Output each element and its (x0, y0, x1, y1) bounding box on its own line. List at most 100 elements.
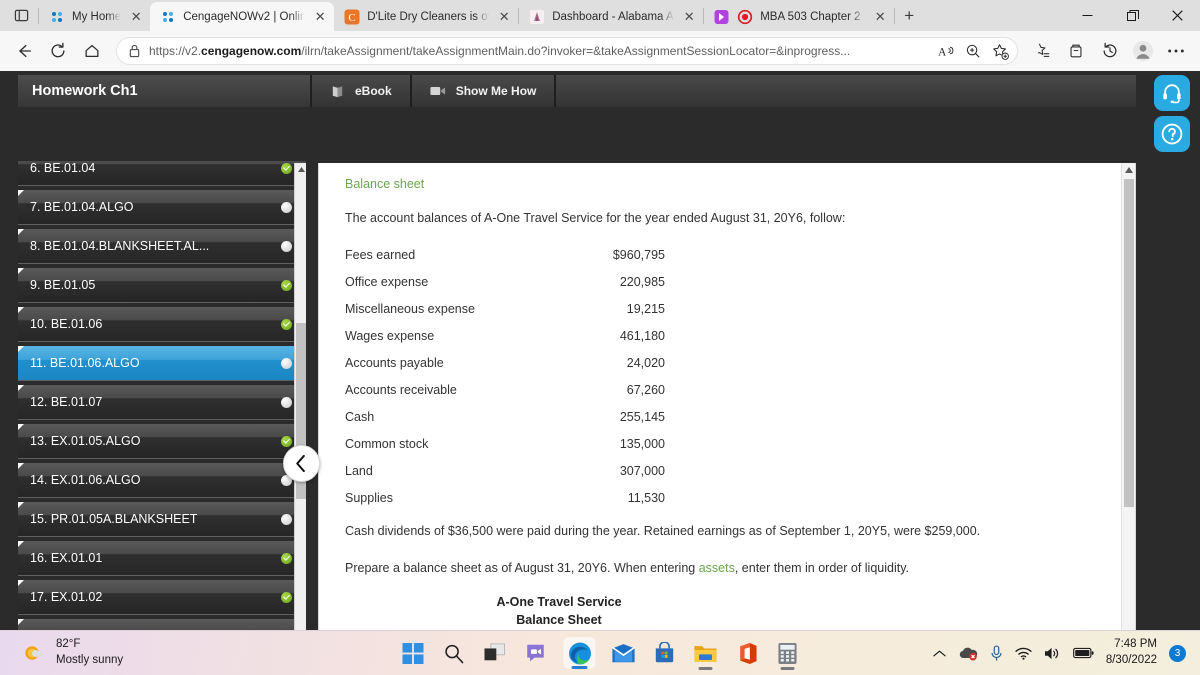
edge-button[interactable] (563, 637, 596, 669)
help-question-button[interactable] (1154, 116, 1190, 152)
tab-search-icon (14, 9, 28, 22)
ebook-button[interactable]: eBook (312, 75, 410, 107)
address-bar: https://v2.cengagenow.com/ilrn/takeAssig… (0, 31, 1200, 71)
search-button[interactable] (441, 640, 467, 666)
task-view-button[interactable] (482, 640, 508, 666)
chat-button[interactable] (523, 640, 549, 666)
scroll-up-icon[interactable] (295, 163, 307, 175)
browser-tab-dashboard-alabama[interactable]: Dashboard - Alabama A&M ✕ (519, 2, 703, 31)
microphone-button[interactable] (990, 644, 1003, 662)
sidebar-item-label: 15. PR.01.05A.BLANKSHEET (30, 512, 198, 526)
minimize-icon (1082, 15, 1093, 16)
read-aloud-icon[interactable]: A (933, 39, 959, 63)
help-buttons (1154, 75, 1190, 152)
assets-link[interactable]: assets (699, 561, 735, 575)
content-scrollbar[interactable] (1121, 163, 1135, 630)
sidebar-item-15[interactable]: 15. PR.01.05A.BLANKSHEET (18, 502, 306, 536)
favorites-button[interactable] (1026, 36, 1058, 66)
file-explorer-button[interactable] (693, 640, 719, 670)
svg-text:A: A (938, 46, 947, 58)
tab-close-icon[interactable]: ✕ (681, 9, 697, 25)
support-headset-button[interactable] (1154, 75, 1190, 111)
status-dot-incomplete (281, 357, 292, 369)
maximize-button[interactable] (1110, 0, 1155, 31)
account-label: Office expense (345, 275, 429, 290)
add-favorite-icon[interactable] (987, 39, 1013, 63)
windows-icon (402, 642, 423, 664)
sidebar-item-label: 17. EX.01.02 (30, 590, 103, 604)
sidebar-item-9[interactable]: 9. BE.01.05 (18, 268, 306, 302)
start-button[interactable] (400, 640, 426, 666)
volume-button[interactable] (1044, 646, 1061, 661)
sidebar-item-14[interactable]: 14. EX.01.06.ALGO (18, 463, 306, 497)
minimize-button[interactable] (1065, 0, 1110, 31)
collapse-sidebar-button[interactable] (283, 445, 320, 482)
sidebar-item-18[interactable]: 18. EX.01.03 (18, 619, 306, 630)
wifi-button[interactable] (1015, 647, 1032, 660)
sidebar-item-label: 8. BE.01.04.BLANKSHEET.AL... (30, 239, 210, 253)
sidebar-item-7[interactable]: 7. BE.01.04.ALGO (18, 190, 306, 224)
account-amount: 255,145 (619, 410, 665, 425)
notification-badge[interactable]: 3 (1169, 644, 1186, 662)
home-button[interactable] (76, 35, 108, 67)
account-label: Fees earned (345, 248, 416, 263)
mail-button[interactable] (611, 640, 637, 666)
tab-close-icon[interactable]: ✕ (312, 9, 328, 25)
url-input[interactable]: https://v2.cengagenow.com/ilrn/takeAssig… (116, 37, 1018, 65)
sidebar-item-6[interactable]: 6. BE.01.04 (18, 161, 306, 185)
table-row: Accounts receivable 67,260 (345, 377, 665, 404)
history-button[interactable] (1094, 36, 1126, 66)
account-label: Accounts receivable (345, 383, 457, 398)
tab-close-icon[interactable]: ✕ (128, 9, 144, 25)
headset-icon (1163, 84, 1181, 104)
video-icon (430, 85, 446, 97)
browser-tab-dlite-dry-cleaners[interactable]: C D'Lite Dry Cleaners is owned ✕ (334, 2, 518, 31)
office-button[interactable] (734, 640, 760, 666)
question-note: Cash dividends of $36,500 were paid duri… (345, 523, 981, 538)
sidebar-item-16[interactable]: 16. EX.01.01 (18, 541, 306, 575)
clock[interactable]: 7:48 PM 8/30/2022 (1106, 637, 1157, 668)
chat-icon (527, 644, 544, 662)
store-button[interactable] (652, 640, 678, 666)
sidebar-item-10[interactable]: 10. BE.01.06 (18, 307, 306, 341)
office-icon (739, 642, 757, 664)
zoom-icon[interactable] (960, 39, 986, 63)
sidebar-item-13[interactable]: 13. EX.01.05.ALGO (18, 424, 306, 458)
calculator-button[interactable] (775, 640, 801, 670)
lock-icon (129, 44, 140, 58)
browser-tab-cengagenowv2[interactable]: CengageNOWv2 | Online tea ✕ (150, 2, 335, 31)
sidebar-item-label: 12. BE.01.07 (30, 395, 103, 409)
onedrive-button[interactable] (958, 645, 978, 661)
tab-close-icon[interactable]: ✕ (496, 9, 512, 25)
weather-widget[interactable]: 82°F Mostly sunny (0, 637, 300, 668)
show-me-how-label: Show Me How (455, 84, 537, 98)
store-icon (655, 642, 674, 663)
tray-overflow-button[interactable] (933, 649, 946, 658)
sidebar-item-8[interactable]: 8. BE.01.04.BLANKSHEET.AL... (18, 229, 306, 263)
tab-close-icon[interactable]: ✕ (872, 9, 888, 25)
sidebar-item-12[interactable]: 12. BE.01.07 (18, 385, 306, 419)
content-scroll-thumb[interactable] (1124, 179, 1134, 507)
browser-tab-my-home[interactable]: My Home ✕ (39, 2, 150, 31)
battery-button[interactable] (1072, 647, 1094, 659)
tab-search-button[interactable] (4, 1, 38, 30)
sidebar-scrollbar[interactable] (294, 163, 306, 630)
profile-button[interactable] (1128, 36, 1158, 66)
cengage-icon (163, 11, 174, 22)
battery-icon (1072, 647, 1094, 659)
back-button[interactable] (8, 35, 40, 67)
close-button[interactable] (1155, 0, 1200, 31)
status-dot-complete (281, 162, 292, 174)
taskbar-apps (400, 637, 801, 670)
settings-more-button[interactable] (1160, 36, 1192, 66)
browser-tab-mba503-chapter2[interactable]: MBA 503 Chapter 2 - Bb ✕ (704, 2, 894, 31)
collections-button[interactable] (1060, 36, 1092, 66)
show-me-how-button[interactable]: Show Me How (411, 75, 555, 107)
svg-text:C: C (349, 12, 356, 24)
sidebar-item-17[interactable]: 17. EX.01.02 (18, 580, 306, 614)
new-tab-button[interactable]: + (895, 2, 923, 30)
scroll-up-icon[interactable] (1122, 163, 1135, 177)
sidebar-item-11-selected[interactable]: 11. BE.01.06.ALGO (18, 346, 306, 380)
refresh-button[interactable] (42, 35, 74, 67)
status-dot-complete (281, 591, 292, 603)
